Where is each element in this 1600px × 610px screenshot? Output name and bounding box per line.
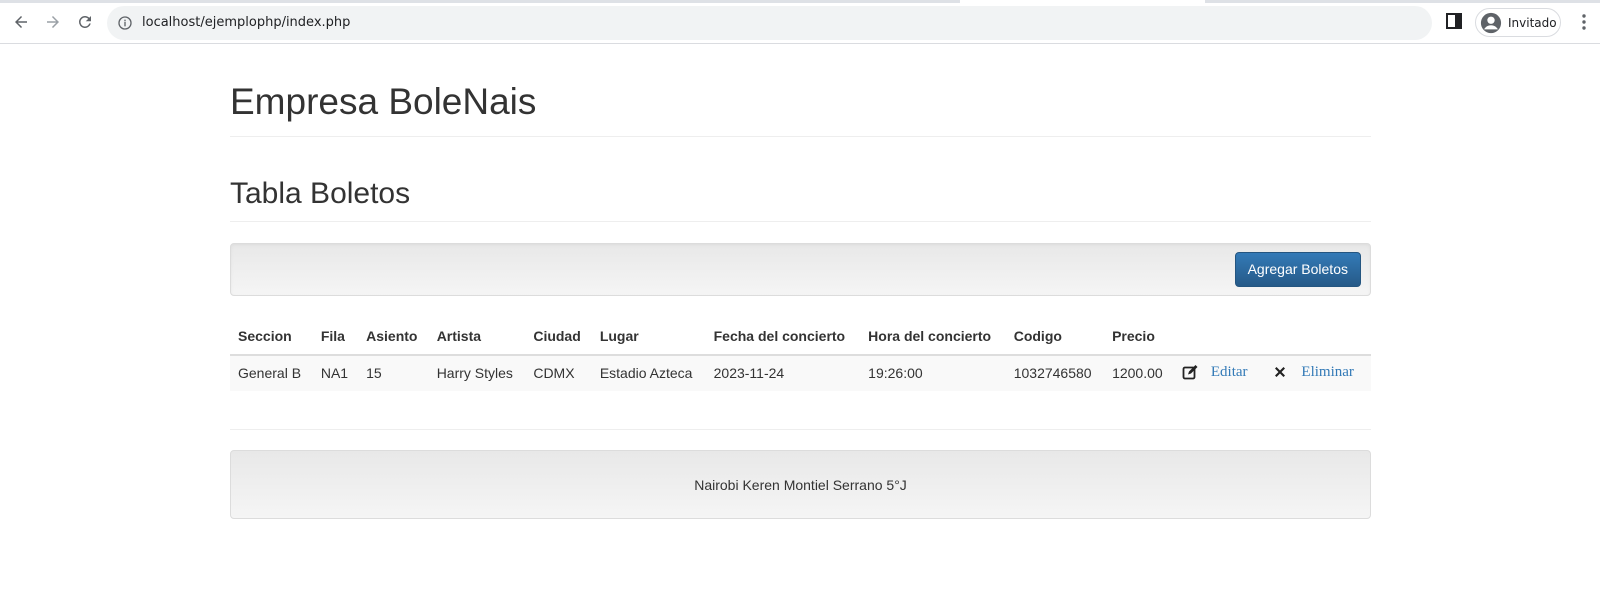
cell-fila: NA1 [312, 354, 359, 392]
avatar-icon [1480, 12, 1502, 33]
add-tickets-button[interactable]: Agregar Boletos [1234, 251, 1361, 287]
more-menu-icon[interactable] [1574, 12, 1594, 32]
cell-lugar: Estadio Azteca [591, 354, 706, 392]
cell-precio: 1200.00 [1104, 354, 1174, 392]
header-seccion: Seccion [230, 317, 313, 356]
tickets-table: Seccion Fila Asiento Artista Ciudad Luga… [230, 317, 1371, 392]
reload-button[interactable] [71, 8, 99, 36]
header-lugar: Lugar [591, 317, 706, 356]
info-icon[interactable] [117, 15, 133, 31]
page-container: Empresa BoleNais Tabla Boletos Agregar B… [230, 44, 1371, 520]
back-button[interactable] [7, 8, 35, 36]
company-title: Empresa BoleNais [230, 81, 537, 122]
remove-icon[interactable] [1272, 364, 1288, 380]
cell-asiento: 15 [358, 354, 429, 392]
profile-name: Invitado [1508, 15, 1557, 30]
table-header-row: Seccion Fila Asiento Artista Ciudad Luga… [230, 317, 1371, 356]
cell-actions: Editar Eliminar [1173, 354, 1371, 392]
footer: Nairobi Keren Montiel Serrano 5°J [230, 450, 1371, 520]
header-codigo: Codigo [1005, 317, 1105, 356]
cell-codigo: 1032746580 [1005, 354, 1105, 392]
header-asiento: Asiento [358, 317, 429, 356]
profile-button[interactable]: Invitado [1475, 8, 1561, 37]
side-panel-icon[interactable] [1446, 13, 1462, 29]
header-fecha: Fecha del concierto [705, 317, 861, 356]
cell-seccion: General B [230, 354, 313, 392]
header-ciudad: Ciudad [525, 317, 592, 356]
header-fila: Fila [312, 317, 359, 356]
edit-action[interactable]: Editar [1182, 364, 1248, 381]
tab-strip [0, 0, 1600, 3]
divider [230, 135, 1371, 137]
arrow-left-icon [15, 16, 27, 28]
header-hora: Hora del concierto [860, 317, 1006, 356]
edit-link[interactable]: Editar [1211, 364, 1248, 381]
cell-fecha: 2023-11-24 [705, 354, 861, 392]
divider [230, 220, 1371, 222]
arrow-right-icon [47, 16, 59, 28]
header-precio: Precio [1104, 317, 1174, 356]
table-row: General B NA1 15 Harry Styles CDMX Estad… [230, 354, 1371, 392]
forward-button[interactable] [39, 8, 67, 36]
divider [230, 429, 1371, 431]
url-text[interactable]: localhost/ejemplophp/index.php [142, 15, 350, 30]
address-bar[interactable]: localhost/ejemplophp/index.php [107, 6, 1432, 40]
cell-hora: 19:26:00 [860, 354, 1006, 392]
cell-ciudad: CDMX [525, 354, 592, 392]
delete-link[interactable]: Eliminar [1301, 364, 1354, 381]
section-title: Tabla Boletos [230, 176, 411, 210]
toolbar-well: Agregar Boletos [230, 242, 1371, 296]
reload-icon [78, 15, 91, 28]
cell-artista: Harry Styles [428, 354, 526, 392]
header-artista: Artista [428, 317, 526, 356]
edit-icon[interactable] [1182, 364, 1198, 380]
browser-toolbar: localhost/ejemplophp/index.php Invitado [0, 0, 1600, 44]
delete-action[interactable]: Eliminar [1272, 364, 1354, 381]
footer-text: Nairobi Keren Montiel Serrano 5°J [694, 476, 907, 493]
header-actions [1173, 317, 1371, 356]
